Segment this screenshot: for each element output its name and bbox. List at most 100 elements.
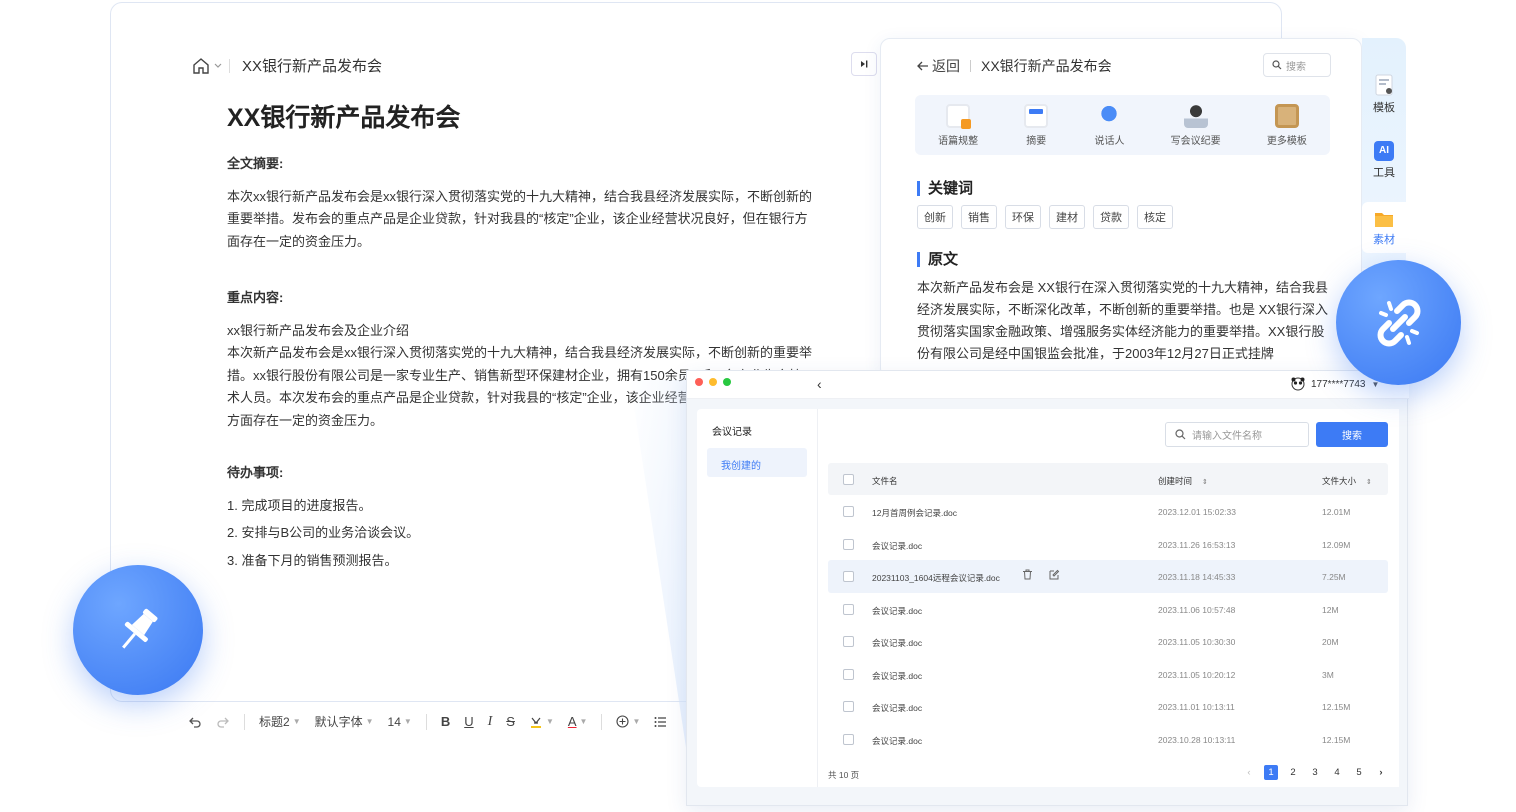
file-name[interactable]: 12月首周例会记录.doc: [872, 507, 957, 519]
collapse-panel-button[interactable]: [851, 52, 877, 76]
tool-speaker[interactable]: 说话人: [1094, 103, 1124, 147]
edit-icon[interactable]: [1049, 569, 1060, 580]
page-button[interactable]: 4: [1330, 767, 1344, 778]
rail-ai-tools[interactable]: AI 工具: [1362, 141, 1406, 180]
sidebar-section-meeting-records[interactable]: 会议记录: [712, 423, 752, 438]
table-row[interactable]: 会议记录.doc 2023.11.05 10:20:12 3M: [828, 658, 1388, 691]
original-heading: 原文: [917, 252, 958, 267]
underline-button[interactable]: U: [464, 714, 473, 729]
chevron-down-icon[interactable]: [213, 61, 223, 71]
row-checkbox[interactable]: [843, 538, 854, 550]
highlight-button[interactable]: ▼: [529, 715, 554, 729]
file-name[interactable]: 会议记录.doc: [872, 540, 922, 552]
keyword-tag[interactable]: 建材: [1049, 205, 1085, 229]
page-button[interactable]: 1: [1264, 765, 1278, 780]
file-name[interactable]: 会议记录.doc: [872, 637, 922, 649]
table-row[interactable]: 会议记录.doc 2023.11.26 16:53:13 12.09M: [828, 528, 1388, 561]
sort-icon[interactable]: ⇕: [1366, 479, 1372, 486]
bold-button[interactable]: B: [441, 714, 450, 729]
keyword-tag[interactable]: 贷款: [1093, 205, 1129, 229]
strikethrough-button[interactable]: S: [506, 714, 515, 729]
search-button[interactable]: 搜索: [1316, 422, 1388, 447]
plus-circle-icon: [616, 715, 630, 728]
breadcrumb-title[interactable]: XX银行新产品发布会: [242, 55, 382, 76]
close-window-dot[interactable]: [695, 378, 703, 386]
row-checkbox[interactable]: [843, 636, 854, 647]
size-select-label: 14: [387, 714, 401, 729]
tool-summary[interactable]: 摘要: [1024, 103, 1049, 147]
table-header: 文件名 创建时间 ⇕ 文件大小 ⇕: [828, 463, 1388, 495]
minimize-window-dot[interactable]: [709, 378, 717, 386]
caret-down-icon: ▼: [545, 717, 554, 726]
file-search-input[interactable]: 请输入文件名称: [1165, 422, 1309, 447]
page-button[interactable]: 2: [1286, 767, 1300, 778]
page-button[interactable]: 5: [1352, 767, 1366, 778]
folder-icon: [1375, 213, 1393, 227]
maximize-window-dot[interactable]: [723, 378, 731, 386]
trash-icon[interactable]: [1022, 569, 1033, 580]
font-select[interactable]: 默认字体 ▼: [315, 713, 374, 730]
file-name[interactable]: 会议记录.doc: [872, 735, 922, 747]
home-icon[interactable]: [191, 57, 211, 75]
row-checkbox[interactable]: [843, 603, 854, 615]
keyword-tag[interactable]: 核定: [1137, 205, 1173, 229]
rail-templates[interactable]: 模板: [1362, 74, 1406, 115]
sort-icon[interactable]: ⇕: [1202, 479, 1208, 486]
summary-title: XX银行新产品发布会: [981, 58, 1112, 74]
page-button[interactable]: 3: [1308, 767, 1322, 778]
font-color-label: A: [567, 714, 577, 729]
back-button[interactable]: 返回: [917, 56, 960, 76]
row-checkbox[interactable]: [843, 733, 854, 745]
column-header-time-label: 创建时间: [1158, 476, 1193, 486]
user-account[interactable]: 177****7743 ▼: [1291, 377, 1379, 391]
file-name[interactable]: 会议记录.doc: [872, 605, 922, 617]
document-title[interactable]: XX银行新产品发布会: [227, 98, 460, 134]
file-time: 2023.11.05 10:20:12: [1158, 669, 1236, 680]
original-text: 本次新产品发布会是 XX银行在深入贯彻落实党的十九大精神，结合我县经济发展实际，…: [917, 280, 1328, 361]
heading-select[interactable]: 标题2 ▼: [259, 713, 301, 730]
file-name[interactable]: 会议记录.doc: [872, 670, 922, 682]
table-row[interactable]: 会议记录.doc 2023.11.05 10:30:30 20M: [828, 625, 1388, 658]
table-row[interactable]: 会议记录.doc 2023.11.06 10:57:48 12M: [828, 593, 1388, 626]
summary-header: 返回 XX银行新产品发布会: [917, 56, 1112, 76]
column-header-time[interactable]: 创建时间 ⇕: [1158, 475, 1208, 487]
back-label: 返回: [932, 58, 960, 74]
table-row[interactable]: 12月首周例会记录.doc 2023.12.01 15:02:33 12.01M: [828, 495, 1388, 528]
font-color-button[interactable]: A ▼: [568, 714, 588, 729]
prev-page-icon[interactable]: ‹: [1242, 767, 1256, 778]
back-arrow-icon: [917, 61, 928, 71]
chevron-left-icon[interactable]: ‹: [817, 376, 822, 392]
table-row[interactable]: 会议记录.doc 2023.11.01 10:13:11 12.15M: [828, 690, 1388, 723]
tool-more-templates[interactable]: 更多模板: [1266, 103, 1307, 147]
tool-meeting-minutes[interactable]: 写会议纪要: [1171, 103, 1221, 147]
summary-search-input[interactable]: 搜索: [1263, 53, 1331, 77]
tool-discourse-normalize[interactable]: 语篇规整: [938, 103, 978, 147]
italic-button[interactable]: I: [488, 714, 493, 730]
file-name[interactable]: 会议记录.doc: [872, 702, 922, 714]
sidebar-item-mine[interactable]: 我创建的: [707, 448, 807, 477]
next-page-icon[interactable]: ›: [1374, 767, 1388, 778]
row-checkbox[interactable]: [843, 668, 854, 680]
select-all-checkbox[interactable]: [843, 474, 854, 485]
file-name[interactable]: 20231103_1604远程会议记录.doc: [872, 572, 1000, 584]
keyword-tag[interactable]: 销售: [961, 205, 997, 229]
search-icon: [1175, 429, 1186, 440]
rail-label: 工具: [1373, 167, 1395, 179]
row-checkbox[interactable]: [843, 571, 854, 582]
list-icon[interactable]: [654, 716, 667, 728]
undo-icon[interactable]: [188, 716, 202, 728]
row-checkbox[interactable]: [843, 701, 854, 712]
keyword-tag[interactable]: 创新: [917, 205, 953, 229]
keyword-tag[interactable]: 环保: [1005, 205, 1041, 229]
table-row[interactable]: 20231103_1604远程会议记录.doc 2023.11.18 14:45…: [828, 560, 1388, 593]
table-row[interactable]: 会议记录.doc 2023.10.28 10:13:11 12.15M: [828, 723, 1388, 756]
tool-label: 更多模板: [1266, 135, 1307, 147]
size-select[interactable]: 14 ▼: [388, 715, 412, 729]
insert-button[interactable]: ▼: [616, 715, 640, 728]
rail-materials[interactable]: 素材: [1362, 202, 1406, 253]
avatar: [1291, 377, 1305, 391]
row-checkbox[interactable]: [843, 506, 854, 517]
redo-icon[interactable]: [216, 716, 230, 728]
file-time: 2023.10.28 10:13:11: [1158, 734, 1236, 745]
column-header-size[interactable]: 文件大小 ⇕: [1322, 475, 1372, 487]
